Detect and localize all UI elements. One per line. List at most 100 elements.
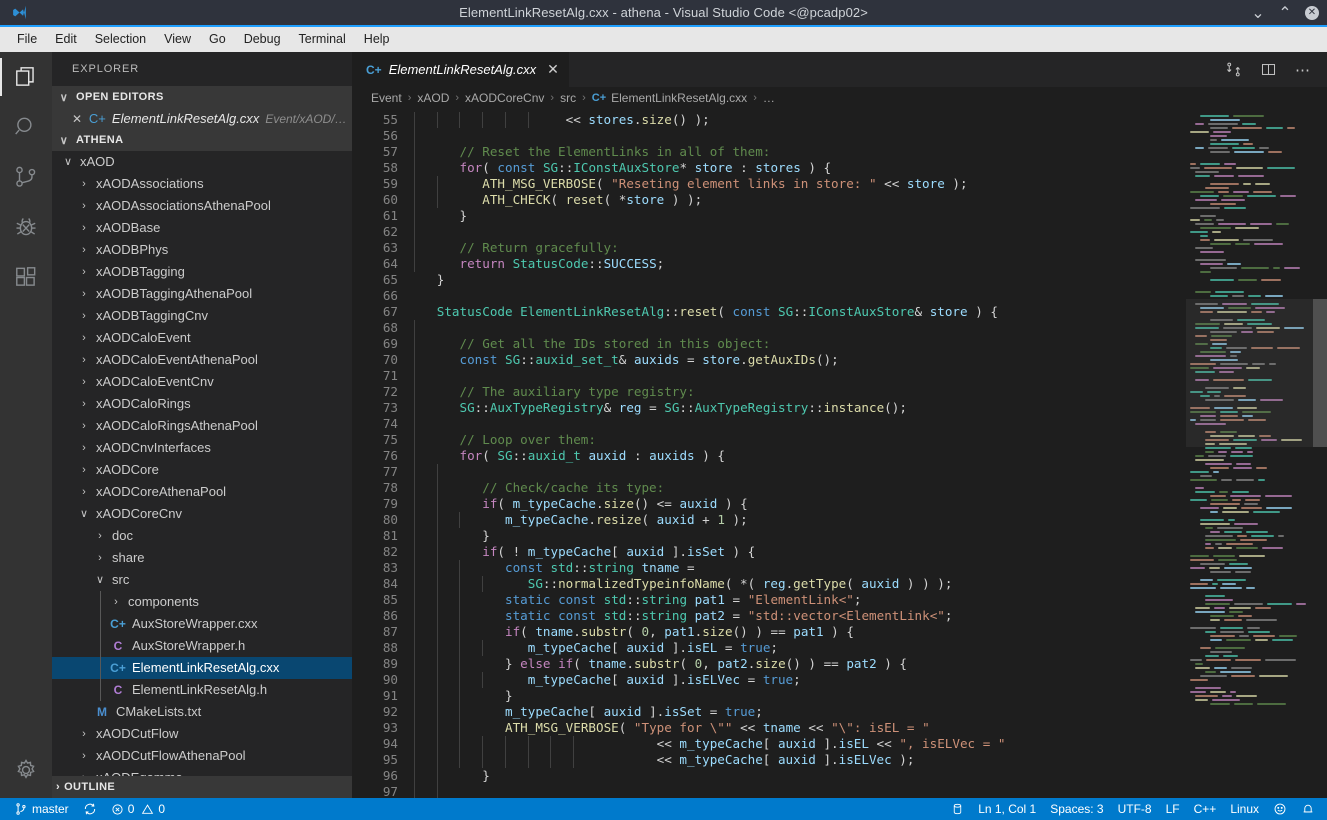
code-line[interactable]: 64 return StatusCode::SUCCESS; [352, 256, 1186, 272]
tree-folder[interactable]: › xAODBase [52, 217, 352, 239]
activity-source-control[interactable] [0, 152, 52, 202]
tree-folder[interactable]: ∨ xAODCoreCnv [52, 503, 352, 525]
breadcrumb[interactable]: Event › xAOD › xAODCoreCnv › src › C+ ElementLink… [352, 87, 1327, 109]
status-problems[interactable]: 0 0 [104, 798, 172, 820]
tree-folder[interactable]: › xAODAssociationsAthenaPool [52, 195, 352, 217]
tree-folder[interactable]: › doc [52, 525, 352, 547]
tree-folder[interactable]: › xAODCutFlowAthenaPool [52, 745, 352, 767]
code-line[interactable]: 76 for( SG::auxid_t auxid : auxids ) { [352, 448, 1186, 464]
chevron-right-icon[interactable]: › [76, 750, 92, 762]
tree-folder[interactable]: › share [52, 547, 352, 569]
tree-folder[interactable]: › xAODCnvInterfaces [52, 437, 352, 459]
split-changes-icon[interactable] [1225, 61, 1242, 78]
menu-edit[interactable]: Edit [46, 30, 86, 49]
code-line[interactable]: 97 [352, 784, 1186, 798]
status-indentation[interactable]: Spaces: 3 [1043, 798, 1110, 820]
status-feedback[interactable] [1266, 798, 1294, 820]
tree-folder[interactable]: › xAODAssociations [52, 173, 352, 195]
chevron-right-icon[interactable]: › [76, 772, 92, 776]
code-line[interactable]: 77 [352, 464, 1186, 480]
code-line[interactable]: 62 [352, 224, 1186, 240]
tree-folder[interactable]: › xAODEgamma [52, 767, 352, 776]
breadcrumb-item[interactable]: src [560, 91, 576, 105]
activity-manage[interactable] [0, 742, 52, 798]
tree-folder[interactable]: › components [52, 590, 352, 613]
code-line[interactable]: 57 // Reset the ElementLinks in all of t… [352, 144, 1186, 160]
code-line[interactable]: 65 } [352, 272, 1186, 288]
status-eol[interactable]: LF [1159, 798, 1187, 820]
breadcrumb-item[interactable]: xAODCoreCnv [465, 91, 544, 105]
code-line[interactable]: 58 for( const SG::IConstAuxStore* store … [352, 160, 1186, 176]
chevron-right-icon[interactable]: › [76, 222, 92, 234]
chevron-right-icon[interactable]: › [76, 310, 92, 322]
tab-elementlinkresetalg-cxx[interactable]: C+ ElementLinkResetAlg.cxx ✕ [352, 52, 570, 87]
code-line[interactable]: 56 [352, 128, 1186, 144]
minimize-button[interactable]: ⌄ [1251, 5, 1265, 22]
chevron-right-icon[interactable]: › [76, 332, 92, 344]
chevron-right-icon[interactable]: › [76, 266, 92, 278]
chevron-right-icon[interactable]: › [92, 552, 108, 564]
workspace-header[interactable]: ∨ ATHENA [52, 129, 352, 151]
chevron-down-icon[interactable]: ∨ [60, 155, 76, 168]
code-line[interactable]: 74 [352, 416, 1186, 432]
status-sync[interactable] [76, 798, 104, 820]
tree-file[interactable]: M CMakeLists.txt [52, 701, 352, 723]
status-cursor-position[interactable]: Ln 1, Col 1 [971, 798, 1043, 820]
close-icon[interactable]: ✕ [72, 112, 83, 126]
code-line[interactable]: 61 } [352, 208, 1186, 224]
minimap[interactable] [1186, 109, 1313, 798]
code-line[interactable]: 69 // Get all the IDs stored in this obj… [352, 336, 1186, 352]
tree-file[interactable]: C+ ElementLinkResetAlg.cxx [52, 656, 352, 679]
tree-folder[interactable]: › xAODBTaggingCnv [52, 305, 352, 327]
chevron-right-icon[interactable]: › [92, 530, 108, 542]
chevron-right-icon[interactable]: › [76, 244, 92, 256]
tree-file[interactable]: C ElementLinkResetAlg.h [52, 678, 352, 701]
close-icon[interactable]: ✕ [547, 61, 559, 78]
status-branch[interactable]: master [7, 798, 76, 820]
code-line[interactable]: 55 << stores.size() ); [352, 112, 1186, 128]
code-line[interactable]: 72 // The auxiliary type registry: [352, 384, 1186, 400]
code-line[interactable]: 71 [352, 368, 1186, 384]
menu-go[interactable]: Go [200, 30, 235, 49]
menu-terminal[interactable]: Terminal [290, 30, 355, 49]
code-line[interactable]: 86 static const std::string pat2 = "std:… [352, 608, 1186, 624]
chevron-down-icon[interactable]: ∨ [92, 573, 108, 586]
code-line[interactable]: 79 if( m_typeCache.size() <= auxid ) { [352, 496, 1186, 512]
split-editor-icon[interactable] [1260, 61, 1277, 78]
more-actions-icon[interactable]: ⋯ [1295, 61, 1311, 79]
chevron-right-icon[interactable]: › [76, 354, 92, 366]
tree-folder[interactable]: › xAODCore [52, 459, 352, 481]
code-line[interactable]: 82 if( ! m_typeCache[ auxid ].isSet ) { [352, 544, 1186, 560]
outline-header[interactable]: › OUTLINE [52, 775, 352, 798]
code-line[interactable]: 94 << m_typeCache[ auxid ].isEL << ", is… [352, 736, 1186, 752]
code-line[interactable]: 91 } [352, 688, 1186, 704]
code-line[interactable]: 75 // Loop over them: [352, 432, 1186, 448]
maximize-button[interactable]: ⌃ [1278, 5, 1292, 22]
chevron-right-icon[interactable]: › [76, 398, 92, 410]
minimap-slider[interactable] [1186, 299, 1313, 447]
tree-folder[interactable]: › xAODCaloEventAthenaPool [52, 349, 352, 371]
code-line[interactable]: 89 } else if( tname.substr( 0, pat2.size… [352, 656, 1186, 672]
code-line[interactable]: 68 [352, 320, 1186, 336]
chevron-down-icon[interactable]: ∨ [76, 507, 92, 520]
tree-file[interactable]: C+ AuxStoreWrapper.cxx [52, 612, 352, 635]
chevron-right-icon[interactable]: › [76, 420, 92, 432]
tree-folder[interactable]: ∨ src [52, 569, 352, 591]
code-line[interactable]: 80 m_typeCache.resize( auxid + 1 ); [352, 512, 1186, 528]
code-line[interactable]: 73 SG::AuxTypeRegistry& reg = SG::AuxTyp… [352, 400, 1186, 416]
activity-search[interactable] [0, 102, 52, 152]
status-remote[interactable] [944, 798, 971, 820]
code-line[interactable]: 70 const SG::auxid_set_t& auxids = store… [352, 352, 1186, 368]
scrollbar-thumb[interactable] [1313, 299, 1327, 447]
chevron-right-icon[interactable]: › [76, 200, 92, 212]
breadcrumb-item[interactable]: … [763, 91, 775, 105]
breadcrumb-item[interactable]: C+ ElementLinkResetAlg.cxx [592, 91, 747, 105]
status-notifications[interactable] [1294, 798, 1322, 820]
menu-view[interactable]: View [155, 30, 200, 49]
code-line[interactable]: 87 if( tname.substr( 0, pat1.size() ) ==… [352, 624, 1186, 640]
chevron-right-icon[interactable]: › [76, 288, 92, 300]
open-editors-header[interactable]: ∨ OPEN EDITORS [52, 86, 352, 108]
activity-extensions[interactable] [0, 252, 52, 302]
chevron-right-icon[interactable]: › [108, 596, 124, 608]
menu-file[interactable]: File [8, 30, 46, 49]
